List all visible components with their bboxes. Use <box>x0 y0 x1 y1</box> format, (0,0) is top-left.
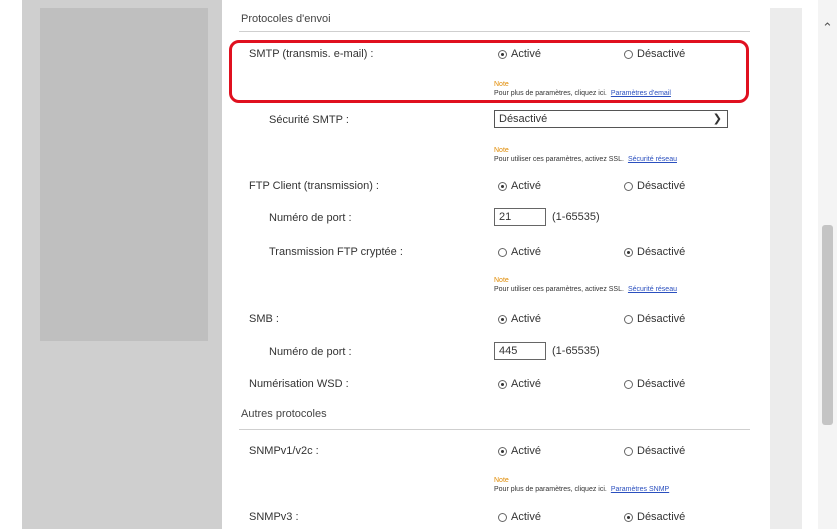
note-title: Note <box>494 277 509 284</box>
radio-label: Activé <box>511 445 541 457</box>
ftp-encrypted-note: Note Pour utiliser ces paramètres, activ… <box>494 276 677 294</box>
radio-label: Activé <box>511 246 541 258</box>
radio-label: Activé <box>511 511 541 523</box>
snmpv1-on-radio[interactable]: Activé <box>498 445 541 457</box>
radio-label: Activé <box>511 180 541 192</box>
radio-checked-icon <box>498 314 507 324</box>
radio-checked-icon <box>498 379 507 389</box>
smtp-highlight-box <box>229 40 749 103</box>
ftp-client-label: FTP Client (transmission) : <box>249 180 379 192</box>
note-text: Pour utiliser ces paramètres, activez SS… <box>494 156 624 163</box>
ftp-port-range: (1-65535) <box>552 211 600 223</box>
ftp-client-on-radio[interactable]: Activé <box>498 180 541 192</box>
chevron-down-icon: ❯ <box>712 113 722 125</box>
radio-label: Désactivé <box>637 445 686 457</box>
smb-off-radio[interactable]: Désactivé <box>624 313 685 325</box>
ftp-encrypted-label: Transmission FTP cryptée : <box>269 246 403 258</box>
right-gutter <box>770 8 802 529</box>
ftp-encrypted-on-radio[interactable]: Activé <box>498 246 541 258</box>
wsd-scan-on-radio[interactable]: Activé <box>498 378 541 390</box>
section-divider <box>239 429 750 430</box>
radio-checked-icon <box>498 181 507 191</box>
smb-port-label: Numéro de port : <box>269 346 352 358</box>
note-title: Note <box>494 147 509 154</box>
smb-port-input[interactable]: 445 <box>494 342 546 360</box>
ftp-port-input[interactable]: 21 <box>494 208 546 226</box>
radio-label: Activé <box>511 378 541 390</box>
radio-unchecked-icon <box>624 314 633 324</box>
note-text: Pour utiliser ces paramètres, activez SS… <box>494 286 624 293</box>
snmpv1-label: SNMPv1/v2c : <box>249 445 319 457</box>
radio-label: Désactivé <box>637 246 686 258</box>
other-protocols-title: Autres protocoles <box>241 408 327 420</box>
radio-label: Activé <box>511 313 541 325</box>
radio-unchecked-icon <box>624 379 633 389</box>
network-security-link[interactable]: Sécurité réseau <box>628 286 677 293</box>
snmpv3-on-radio[interactable]: Activé <box>498 511 541 523</box>
radio-unchecked-icon <box>624 446 633 456</box>
smb-on-radio[interactable]: Activé <box>498 313 541 325</box>
radio-unchecked-icon <box>624 181 633 191</box>
radio-unchecked-icon <box>498 512 507 522</box>
radio-checked-icon <box>498 446 507 456</box>
scroll-thumb[interactable] <box>822 225 833 425</box>
ftp-encrypted-off-radio[interactable]: Désactivé <box>624 246 685 258</box>
network-security-link[interactable]: Sécurité réseau <box>628 156 677 163</box>
note-title: Note <box>494 477 509 484</box>
wsd-scan-off-radio[interactable]: Désactivé <box>624 378 685 390</box>
ftp-client-off-radio[interactable]: Désactivé <box>624 180 685 192</box>
wsd-scan-label: Numérisation WSD : <box>249 378 349 390</box>
radio-label: Désactivé <box>637 313 686 325</box>
note-text: Pour plus de paramètres, cliquez ici. <box>494 486 607 493</box>
left-nav-card <box>40 8 208 341</box>
smtp-security-label: Sécurité SMTP : <box>269 114 349 126</box>
snmpv3-label: SNMPv3 : <box>249 511 299 523</box>
section-divider <box>239 31 750 32</box>
ftp-port-label: Numéro de port : <box>269 212 352 224</box>
radio-checked-icon <box>624 247 633 257</box>
radio-unchecked-icon <box>498 247 507 257</box>
send-protocols-title: Protocoles d'envoi <box>241 13 331 25</box>
snmp-settings-link[interactable]: Paramètres SNMP <box>611 486 669 493</box>
select-value: Désactivé <box>499 113 548 125</box>
radio-checked-icon <box>624 512 633 522</box>
smtp-security-note: Note Pour utiliser ces paramètres, activ… <box>494 146 677 164</box>
smb-label: SMB : <box>249 313 279 325</box>
snmpv3-off-radio[interactable]: Désactivé <box>624 511 685 523</box>
smtp-security-select[interactable]: Désactivé ❯ <box>494 110 728 128</box>
vertical-scrollbar[interactable]: ⌃ <box>818 0 837 529</box>
snmpv1-off-radio[interactable]: Désactivé <box>624 445 685 457</box>
radio-label: Désactivé <box>637 378 686 390</box>
radio-label: Désactivé <box>637 180 686 192</box>
scroll-up-icon[interactable]: ⌃ <box>818 18 837 38</box>
snmpv1-note: Note Pour plus de paramètres, cliquez ic… <box>494 476 669 494</box>
radio-label: Désactivé <box>637 511 686 523</box>
smb-port-range: (1-65535) <box>552 345 600 357</box>
